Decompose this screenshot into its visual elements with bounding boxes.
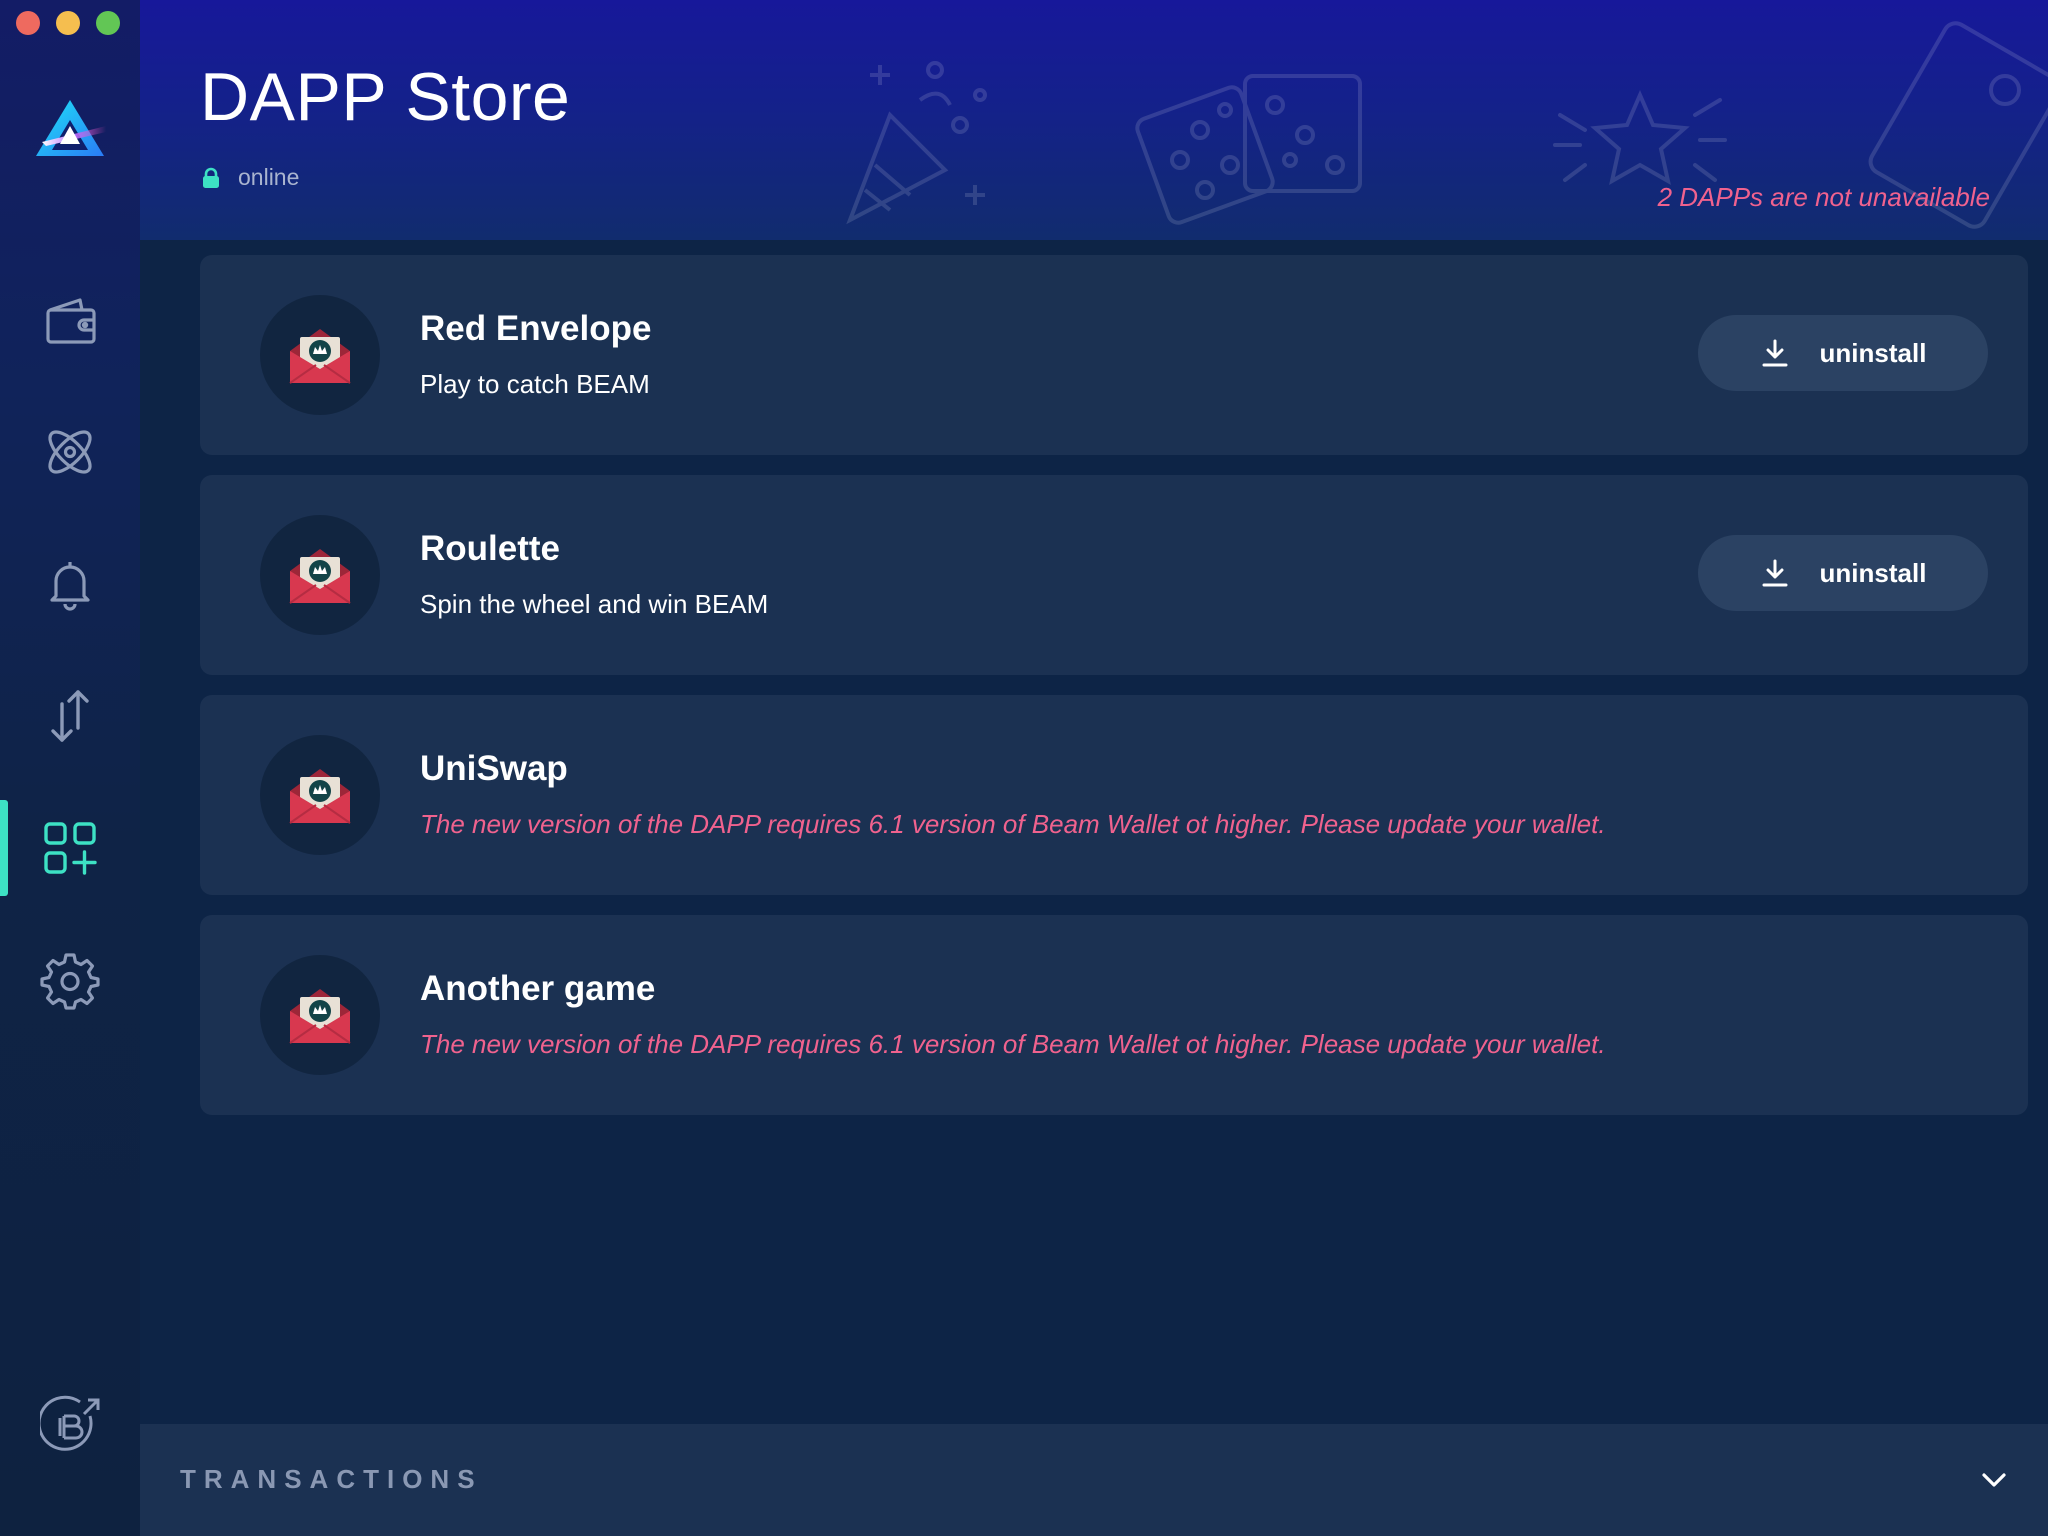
red-envelope-icon	[289, 549, 351, 604]
window-close-button[interactable]	[16, 11, 40, 35]
party-popper-decor-icon	[846, 61, 987, 225]
dapp-update-required-message: The new version of the DAPP requires 6.1…	[420, 1029, 1606, 1059]
window-maximize-button[interactable]	[96, 11, 120, 35]
download-icon	[1762, 339, 1788, 367]
beam-explorer-external-link-icon[interactable]	[40, 1394, 104, 1458]
red-envelope-icon	[289, 989, 351, 1044]
dapp-name: Red Envelope	[420, 309, 652, 348]
gear-icon	[40, 953, 100, 1010]
transactions-panel-toggle[interactable]: TRANSACTIONS	[140, 1424, 2048, 1536]
dapp-description: Spin the wheel and win BEAM	[420, 589, 769, 619]
beam-logo-icon	[36, 100, 106, 156]
wallet-icon	[46, 298, 96, 344]
sidebar-item-settings[interactable]	[0, 932, 140, 1028]
dapp-name: Roulette	[420, 529, 560, 568]
sidebar-item-atomic-swap[interactable]	[0, 404, 140, 500]
dapp-icon	[260, 735, 380, 855]
uninstall-label: uninstall	[1819, 557, 1927, 588]
connection-status: online	[202, 164, 299, 191]
dapp-store-icon	[44, 822, 97, 875]
dapp-card[interactable]: Another game The new version of the DAPP…	[200, 915, 2028, 1115]
sidebar-item-wallet[interactable]	[0, 272, 140, 368]
chevron-down-icon[interactable]	[1978, 1464, 2010, 1496]
page-title: DAPP Store	[200, 59, 571, 135]
dapp-icon	[260, 515, 380, 635]
dapp-update-required-message: The new version of the DAPP requires 6.1…	[420, 809, 1606, 839]
unavailable-dapps-note: 2 DAPPs are not unavailable	[1657, 182, 1990, 212]
dapp-icon	[260, 295, 380, 415]
red-envelope-icon	[289, 329, 351, 384]
sidebar-item-dapp-store[interactable]	[0, 800, 140, 896]
dapp-name: Another game	[420, 969, 656, 1008]
window-minimize-button[interactable]	[56, 11, 80, 35]
lock-icon	[203, 167, 219, 188]
transfer-arrows-icon	[51, 690, 89, 742]
uninstall-label: uninstall	[1819, 337, 1927, 368]
dapp-card[interactable]: Red Envelope Play to catch BEAM uninstal…	[200, 255, 2028, 455]
dapp-name: UniSwap	[420, 749, 568, 788]
dice-decor-icon	[1135, 74, 1362, 225]
dapp-icon	[260, 955, 380, 1075]
sidebar	[0, 0, 140, 1536]
red-envelope-icon	[289, 769, 351, 824]
dapp-card[interactable]: UniSwap The new version of the DAPP requ…	[200, 695, 2028, 895]
sidebar-item-notifications[interactable]	[0, 536, 140, 632]
status-label: online	[238, 164, 300, 190]
download-icon	[1762, 559, 1788, 587]
app-window: DAPP Store online 2 DAPPs are not unavai…	[0, 0, 2048, 1536]
uninstall-button[interactable]: uninstall	[1698, 315, 1988, 391]
dapp-description: Play to catch BEAM	[420, 369, 650, 399]
transactions-label: TRANSACTIONS	[180, 1464, 483, 1494]
bell-icon	[50, 562, 90, 611]
dapp-card[interactable]: Roulette Spin the wheel and win BEAM uni…	[200, 475, 2028, 675]
uninstall-button[interactable]: uninstall	[1698, 535, 1988, 611]
sidebar-item-transactions[interactable]	[0, 668, 140, 764]
page-header: DAPP Store online 2 DAPPs are not unavai…	[140, 0, 2048, 240]
atom-icon	[48, 430, 92, 474]
